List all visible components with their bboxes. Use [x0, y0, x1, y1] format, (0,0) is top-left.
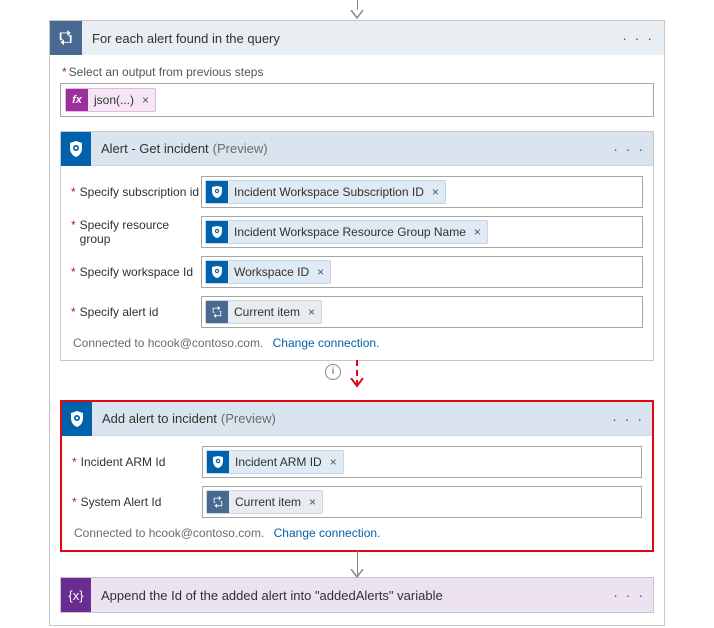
- token-current-item[interactable]: Current item ×: [205, 300, 322, 324]
- arrow-to-add-alert: i: [60, 360, 654, 386]
- token-remove-icon[interactable]: ×: [430, 185, 445, 199]
- change-connection-link[interactable]: Change connection.: [274, 526, 381, 540]
- info-icon[interactable]: i: [325, 364, 341, 380]
- sentinel-icon: [207, 451, 229, 473]
- token-resource-group[interactable]: Incident Workspace Resource Group Name ×: [205, 220, 488, 244]
- add-alert-title: Add alert to incident: [102, 411, 217, 426]
- foreach-icon: [50, 21, 82, 55]
- variable-icon: {x}: [61, 578, 91, 612]
- get-incident-card: Alert - Get incident (Preview) · · · *Sp…: [60, 131, 654, 361]
- token-subscription-id[interactable]: Incident Workspace Subscription ID ×: [205, 180, 446, 204]
- foreach-prev-step-label: *Select an output from previous steps: [62, 65, 654, 79]
- foreach-menu[interactable]: · · ·: [622, 30, 654, 46]
- token-remove-icon[interactable]: ×: [306, 305, 321, 319]
- token-remove-icon[interactable]: ×: [315, 265, 330, 279]
- field-input-system-alert-id[interactable]: Current item ×: [202, 486, 642, 518]
- get-incident-connection: Connected to hcook@contoso.com. Change c…: [73, 336, 643, 350]
- field-label-incident-arm-id: *Incident ARM Id: [72, 455, 202, 469]
- field-label-system-alert-id: *System Alert Id: [72, 495, 202, 509]
- sentinel-icon: [61, 132, 91, 166]
- token-remove-icon[interactable]: ×: [328, 455, 343, 469]
- get-incident-header[interactable]: Alert - Get incident (Preview) · · ·: [61, 132, 653, 166]
- field-label-subscription: *Specify subscription id: [71, 185, 201, 199]
- token-json-expression[interactable]: fx json(...) ×: [65, 88, 156, 112]
- field-label-alert-id: *Specify alert id: [71, 305, 201, 319]
- foreach-title: For each alert found in the query: [92, 31, 622, 46]
- token-incident-arm-id[interactable]: Incident ARM ID ×: [206, 450, 344, 474]
- get-incident-menu[interactable]: · · ·: [613, 141, 645, 157]
- foreach-icon: [207, 491, 229, 513]
- field-input-workspace[interactable]: Workspace ID ×: [201, 256, 643, 288]
- foreach-prev-step-input[interactable]: fx json(...) ×: [60, 83, 654, 117]
- fx-icon: fx: [66, 89, 88, 111]
- arrow-into-foreach: [350, 0, 364, 20]
- append-variable-menu[interactable]: · · ·: [613, 587, 645, 603]
- sentinel-icon: [206, 221, 228, 243]
- append-variable-header[interactable]: {x} Append the Id of the added alert int…: [61, 578, 653, 612]
- token-workspace-id[interactable]: Workspace ID ×: [205, 260, 331, 284]
- arrow-to-append: [60, 551, 654, 577]
- foreach-icon: [206, 301, 228, 323]
- get-incident-title: Alert - Get incident: [101, 141, 209, 156]
- add-alert-header[interactable]: Add alert to incident (Preview) · · ·: [62, 402, 652, 436]
- change-connection-link[interactable]: Change connection.: [273, 336, 380, 350]
- field-input-incident-arm-id[interactable]: Incident ARM ID ×: [202, 446, 642, 478]
- field-input-subscription[interactable]: Incident Workspace Subscription ID ×: [201, 176, 643, 208]
- token-current-item[interactable]: Current item ×: [206, 490, 323, 514]
- append-variable-title: Append the Id of the added alert into "a…: [101, 588, 613, 603]
- field-input-alert-id[interactable]: Current item ×: [201, 296, 643, 328]
- field-label-resource-group: *Specify resource group: [71, 218, 201, 246]
- token-remove-icon[interactable]: ×: [472, 225, 487, 239]
- sentinel-icon: [206, 181, 228, 203]
- get-incident-preview: (Preview): [213, 141, 268, 156]
- field-input-resource-group[interactable]: Incident Workspace Resource Group Name ×: [201, 216, 643, 248]
- foreach-card: For each alert found in the query · · · …: [49, 20, 665, 626]
- token-remove-icon[interactable]: ×: [307, 495, 322, 509]
- sentinel-icon: [206, 261, 228, 283]
- append-variable-card: {x} Append the Id of the added alert int…: [60, 577, 654, 613]
- add-alert-connection: Connected to hcook@contoso.com. Change c…: [74, 526, 642, 540]
- add-alert-menu[interactable]: · · ·: [612, 411, 644, 427]
- sentinel-icon: [62, 402, 92, 436]
- add-alert-preview: (Preview): [221, 411, 276, 426]
- add-alert-card: Add alert to incident (Preview) · · · *I…: [60, 400, 654, 552]
- token-remove-icon[interactable]: ×: [140, 93, 155, 107]
- field-label-workspace: *Specify workspace Id: [71, 265, 201, 279]
- foreach-header[interactable]: For each alert found in the query · · ·: [50, 21, 664, 55]
